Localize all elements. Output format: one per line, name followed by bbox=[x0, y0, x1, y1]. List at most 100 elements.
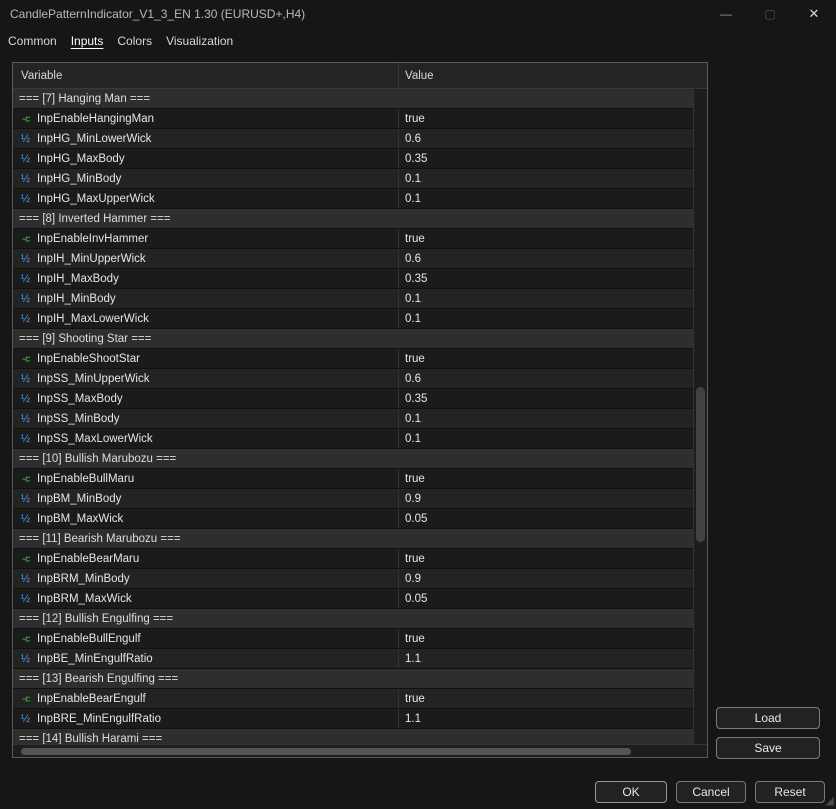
group-row[interactable]: === [10] Bullish Marubozu === bbox=[13, 449, 693, 469]
value-cell[interactable]: 0.6 bbox=[398, 369, 693, 388]
value-cell[interactable]: 0.35 bbox=[398, 149, 693, 168]
horizontal-scrollbar[interactable] bbox=[13, 744, 707, 757]
value-cell[interactable]: 0.6 bbox=[398, 129, 693, 148]
param-row[interactable]: ½ InpIH_MaxLowerWick 0.1 bbox=[13, 309, 693, 329]
value-cell[interactable]: true bbox=[398, 689, 693, 708]
double-type-icon: ½ bbox=[20, 372, 31, 385]
vertical-scrollbar-thumb[interactable] bbox=[696, 387, 705, 542]
value-cell[interactable]: true bbox=[398, 629, 693, 648]
group-row[interactable]: === [7] Hanging Man === bbox=[13, 89, 693, 109]
param-row[interactable]: ½ InpBM_MinBody 0.9 bbox=[13, 489, 693, 509]
variable-name: InpEnableBearEngulf bbox=[37, 692, 146, 705]
tab-visualization[interactable]: Visualization bbox=[166, 34, 233, 48]
load-button[interactable]: Load bbox=[716, 707, 820, 729]
value-cell[interactable]: 1.1 bbox=[398, 649, 693, 668]
group-label: === [12] Bullish Engulfing === bbox=[19, 612, 174, 625]
param-row[interactable]: ⑂ InpEnableHangingMan true bbox=[13, 109, 693, 129]
param-row[interactable]: ½ InpSS_MinBody 0.1 bbox=[13, 409, 693, 429]
save-button[interactable]: Save bbox=[716, 737, 820, 759]
param-row[interactable]: ½ InpHG_MaxUpperWick 0.1 bbox=[13, 189, 693, 209]
value-cell[interactable]: 0.1 bbox=[398, 169, 693, 188]
value-cell[interactable]: 0.1 bbox=[398, 409, 693, 428]
column-header-variable[interactable]: Variable bbox=[13, 70, 398, 82]
value-cell[interactable]: 0.9 bbox=[398, 489, 693, 508]
value-cell[interactable]: true bbox=[398, 469, 693, 488]
tab-common[interactable]: Common bbox=[8, 34, 57, 48]
variable-cell: ⑂ InpEnableShootStar bbox=[13, 349, 398, 368]
param-row[interactable]: ⑂ InpEnableShootStar true bbox=[13, 349, 693, 369]
variable-name: InpEnableBearMaru bbox=[37, 552, 140, 565]
param-row[interactable]: ⑂ InpEnableBearEngulf true bbox=[13, 689, 693, 709]
group-row[interactable]: === [13] Bearish Engulfing === bbox=[13, 669, 693, 689]
param-row[interactable]: ⑂ InpEnableInvHammer true bbox=[13, 229, 693, 249]
reset-button[interactable]: Reset bbox=[755, 781, 825, 803]
bool-type-icon: ⑂ bbox=[19, 235, 32, 242]
bool-type-icon: ⑂ bbox=[19, 115, 32, 122]
double-type-icon: ½ bbox=[20, 432, 31, 445]
value-cell[interactable]: true bbox=[398, 229, 693, 248]
param-row[interactable]: ½ InpIH_MinBody 0.1 bbox=[13, 289, 693, 309]
group-row[interactable]: === [14] Bullish Harami === bbox=[13, 729, 693, 745]
tab-colors[interactable]: Colors bbox=[117, 34, 152, 48]
group-row[interactable]: === [12] Bullish Engulfing === bbox=[13, 609, 693, 629]
value-cell[interactable]: true bbox=[398, 109, 693, 128]
horizontal-scrollbar-thumb[interactable] bbox=[21, 748, 631, 755]
variable-cell: ⑂ InpEnableBullMaru bbox=[13, 469, 398, 488]
ok-button[interactable]: OK bbox=[595, 781, 667, 803]
param-row[interactable]: ½ InpIH_MinUpperWick 0.6 bbox=[13, 249, 693, 269]
double-type-icon: ½ bbox=[20, 712, 31, 725]
tab-inputs[interactable]: Inputs bbox=[71, 34, 104, 48]
variable-name: InpEnableInvHammer bbox=[37, 232, 149, 245]
group-row[interactable]: === [11] Bearish Marubozu === bbox=[13, 529, 693, 549]
value-cell[interactable]: 0.35 bbox=[398, 269, 693, 288]
variable-name: InpIH_MaxBody bbox=[37, 272, 119, 285]
group-row[interactable]: === [9] Shooting Star === bbox=[13, 329, 693, 349]
param-row[interactable]: ½ InpSS_MaxLowerWick 0.1 bbox=[13, 429, 693, 449]
cancel-button[interactable]: Cancel bbox=[676, 781, 746, 803]
value-cell[interactable]: 0.05 bbox=[398, 509, 693, 528]
variable-name: InpSS_MaxLowerWick bbox=[37, 432, 153, 445]
param-row[interactable]: ½ InpIH_MaxBody 0.35 bbox=[13, 269, 693, 289]
column-header-value[interactable]: Value bbox=[398, 63, 707, 88]
minimize-icon[interactable]: — bbox=[704, 0, 748, 28]
resize-grip-icon[interactable]: ◢ bbox=[822, 795, 834, 807]
value-cell[interactable]: 0.1 bbox=[398, 429, 693, 448]
value-cell[interactable]: 0.1 bbox=[398, 189, 693, 208]
double-type-icon: ½ bbox=[20, 392, 31, 405]
param-row[interactable]: ⑂ InpEnableBullMaru true bbox=[13, 469, 693, 489]
param-row[interactable]: ½ InpSS_MaxBody 0.35 bbox=[13, 389, 693, 409]
value-cell[interactable]: 0.05 bbox=[398, 589, 693, 608]
variable-name: InpEnableHangingMan bbox=[37, 112, 155, 125]
value-cell[interactable]: true bbox=[398, 349, 693, 368]
param-row[interactable]: ½ InpHG_MaxBody 0.35 bbox=[13, 149, 693, 169]
variable-name: InpHG_MaxBody bbox=[37, 152, 125, 165]
value-cell[interactable]: 0.9 bbox=[398, 569, 693, 588]
variable-cell: ½ InpSS_MaxLowerWick bbox=[13, 429, 398, 448]
variable-name: InpIH_MinBody bbox=[37, 292, 116, 305]
value-cell[interactable]: 0.1 bbox=[398, 289, 693, 308]
param-row[interactable]: ⑂ InpEnableBearMaru true bbox=[13, 549, 693, 569]
param-row[interactable]: ½ InpBRE_MinEngulfRatio 1.1 bbox=[13, 709, 693, 729]
maximize-icon[interactable]: ▢ bbox=[748, 0, 792, 28]
double-type-icon: ½ bbox=[20, 572, 31, 585]
param-row[interactable]: ½ InpHG_MinBody 0.1 bbox=[13, 169, 693, 189]
param-row[interactable]: ½ InpBRM_MinBody 0.9 bbox=[13, 569, 693, 589]
vertical-scrollbar[interactable] bbox=[693, 90, 707, 744]
value-cell[interactable]: 0.6 bbox=[398, 249, 693, 268]
titlebar: CandlePatternIndicator_V1_3_EN 1.30 (EUR… bbox=[0, 0, 836, 28]
double-type-icon: ½ bbox=[20, 172, 31, 185]
value-cell[interactable]: 0.35 bbox=[398, 389, 693, 408]
group-row[interactable]: === [8] Inverted Hammer === bbox=[13, 209, 693, 229]
param-row[interactable]: ½ InpBM_MaxWick 0.05 bbox=[13, 509, 693, 529]
param-row[interactable]: ½ InpHG_MinLowerWick 0.6 bbox=[13, 129, 693, 149]
close-icon[interactable]: ✕ bbox=[792, 0, 836, 28]
variable-cell: ⑂ InpEnableBearEngulf bbox=[13, 689, 398, 708]
param-row[interactable]: ½ InpBRM_MaxWick 0.05 bbox=[13, 589, 693, 609]
param-row[interactable]: ½ InpBE_MinEngulfRatio 1.1 bbox=[13, 649, 693, 669]
value-cell[interactable]: 0.1 bbox=[398, 309, 693, 328]
variable-name: InpSS_MaxBody bbox=[37, 392, 123, 405]
param-row[interactable]: ½ InpSS_MinUpperWick 0.6 bbox=[13, 369, 693, 389]
param-row[interactable]: ⑂ InpEnableBullEngulf true bbox=[13, 629, 693, 649]
value-cell[interactable]: 1.1 bbox=[398, 709, 693, 728]
value-cell[interactable]: true bbox=[398, 549, 693, 568]
